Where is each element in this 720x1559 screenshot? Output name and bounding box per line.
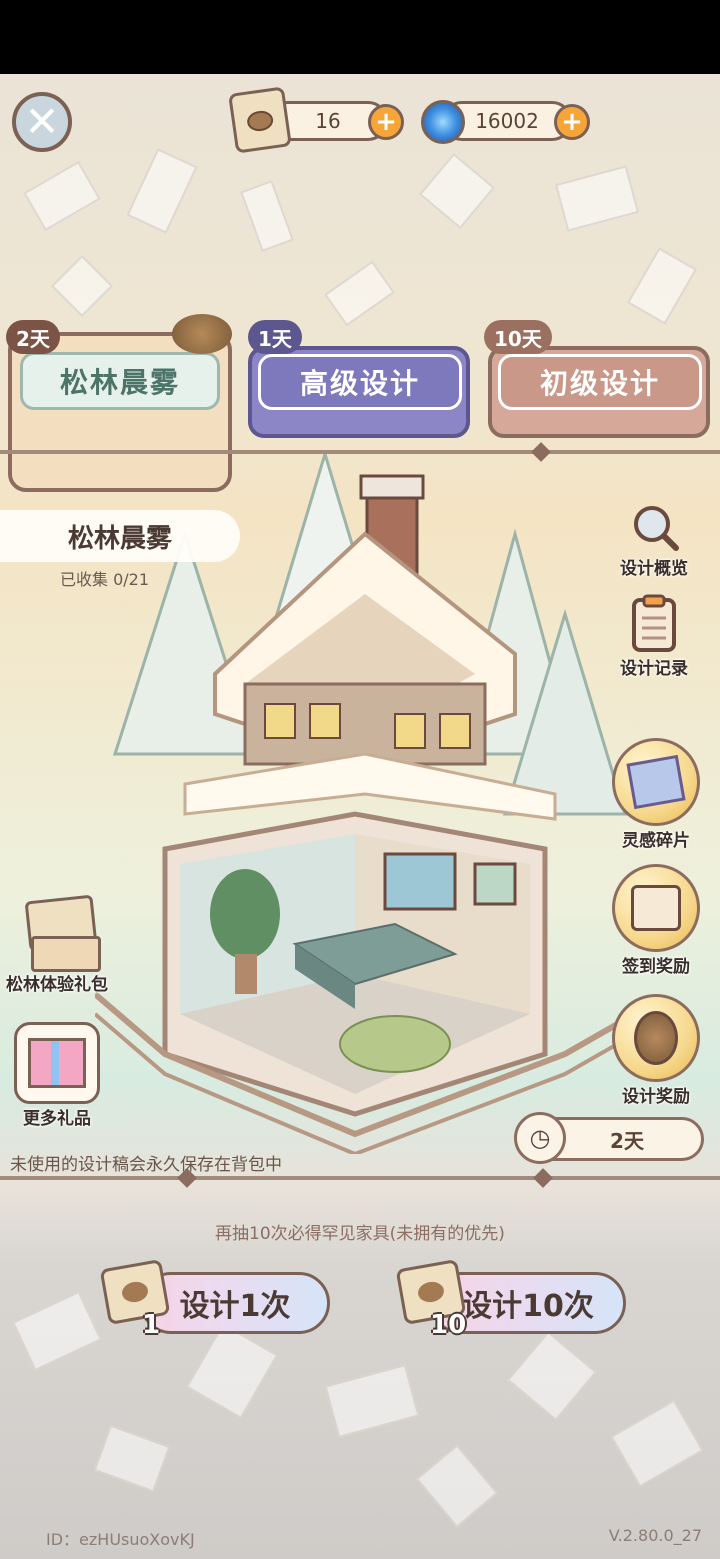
gift-scroll-icon (17, 892, 101, 972)
design-scroll-icon (228, 86, 292, 154)
tab-badge: 2天 (6, 320, 60, 354)
bg-shape (324, 260, 395, 327)
tab-badge: 10天 (484, 320, 552, 354)
fragments-label: 灵感碎片 (622, 831, 690, 851)
overview-label: 设计概览 (620, 559, 688, 579)
tab-label-box: 松林晨雾 (20, 352, 220, 410)
signin-label: 签到奖励 (622, 957, 690, 977)
top-bar: ✕ 16 + 16002 + (0, 74, 720, 174)
tab-label-box: 高级设计 (258, 354, 462, 410)
tab-label: 高级设计 (299, 367, 420, 400)
gacha-screen: ✕ 16 + 16002 + 松林晨雾 2天 高级设计 1天 初级设计 10天 (0, 74, 720, 1559)
inspiration-count: 16002 (475, 109, 539, 133)
tab-advanced-design[interactable]: 高级设计 (248, 346, 470, 438)
divider-diamond (533, 1168, 553, 1188)
clipboard-icon (632, 594, 676, 652)
divider (0, 1176, 720, 1180)
pinecone-icon (247, 110, 274, 132)
clock-icon: ◷ (514, 1112, 566, 1164)
bg-shape (610, 1399, 704, 1488)
storage-notice: 未使用的设计稿会永久保存在背包中 (10, 1155, 282, 1175)
scroll-count: 16 (315, 109, 341, 133)
bg-shape (50, 254, 114, 318)
tab-label-box: 初级设计 (498, 354, 702, 410)
draw-once-label: 设计1次 (179, 1289, 291, 1324)
calendar-icon (612, 864, 700, 952)
bg-shape (415, 1444, 499, 1528)
map-fragment-icon (612, 738, 700, 826)
pity-promo-text: 再抽10次必得罕见家具(未拥有的优先) (215, 1224, 505, 1244)
add-inspiration-button[interactable]: + (554, 104, 590, 140)
bg-shape (554, 165, 640, 232)
inspiration-swirl-icon (421, 100, 465, 144)
tab-basic-design[interactable]: 初级设计 (488, 346, 710, 438)
tab-label: 松林晨雾 (59, 366, 180, 399)
draw-once-cost: 1 (142, 1310, 161, 1340)
draw-ten-label: 设计10次 (462, 1289, 594, 1324)
more-gifts-label: 更多礼品 (23, 1109, 91, 1129)
rewards-label: 设计奖励 (622, 1087, 690, 1107)
collected-progress: 已收集 0/21 (60, 570, 150, 589)
records-label: 设计记录 (620, 659, 688, 679)
close-button[interactable]: ✕ (12, 92, 72, 152)
gift-box-icon (14, 1022, 100, 1104)
pinecone-reward-icon (612, 994, 700, 1082)
design-overview-button[interactable]: 设计概览 (620, 502, 688, 579)
bg-shape (12, 1290, 102, 1372)
version-label: V.2.80.0_27 (608, 1526, 702, 1545)
bg-shape (185, 1322, 279, 1420)
magnifier-icon (634, 506, 679, 551)
user-id: ID：ezHUsuoXovKJ (46, 1530, 195, 1549)
tab-label: 初级设计 (539, 367, 660, 400)
design-records-button[interactable]: 设计记录 (620, 594, 688, 679)
pinecone-icon (172, 314, 232, 354)
bg-shape (506, 1330, 598, 1422)
event-name: 松林晨雾 (67, 523, 172, 554)
draw-ten-cost: 10 (430, 1310, 467, 1340)
more-gifts-button[interactable]: 更多礼品 (14, 1022, 100, 1129)
bg-shape (626, 247, 698, 325)
tab-badge: 1天 (248, 320, 302, 354)
timer-value: 2天 (610, 1128, 644, 1153)
bg-shape (93, 1424, 171, 1493)
event-name-banner: 松林晨雾 (0, 510, 240, 562)
close-icon: ✕ (24, 97, 60, 146)
trial-pack-button[interactable]: 松林体验礼包 (6, 892, 108, 995)
design-reward-button[interactable]: 设计奖励 (612, 994, 700, 1107)
inspiration-fragments-button[interactable]: 灵感碎片 (612, 738, 700, 851)
bg-shape (324, 1364, 420, 1438)
trial-pack-label: 松林体验礼包 (6, 975, 108, 995)
add-scroll-button[interactable]: + (368, 104, 404, 140)
bg-shape (240, 180, 294, 252)
signin-reward-button[interactable]: 签到奖励 (612, 864, 700, 977)
